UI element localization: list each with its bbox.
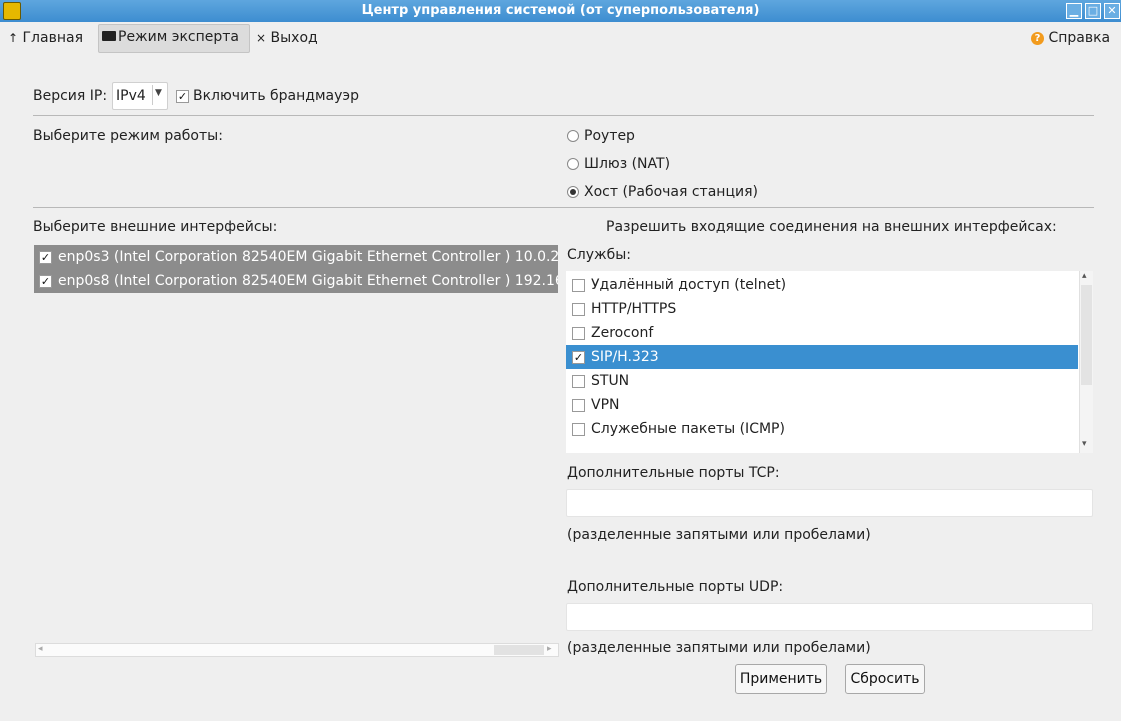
service-label: Zeroconf [591,325,654,341]
interfaces-list[interactable]: ✓ enp0s3 (Intel Corporation 82540EM Giga… [34,245,558,293]
service-label: STUN [591,373,630,389]
service-checkbox[interactable] [572,375,585,388]
maximize-button[interactable]: □ [1085,3,1101,19]
services-label: Службы: [567,247,632,263]
select-divider [152,85,153,105]
home-button[interactable]: ↑ Главная [8,25,83,51]
service-checkbox[interactable] [572,327,585,340]
list-item[interactable]: HTTP/HTTPS [566,297,1078,321]
home-label: Главная [22,30,83,46]
divider [33,207,1094,208]
tcp-ports-input[interactable] [566,489,1093,517]
list-item[interactable]: STUN [566,369,1078,393]
list-item-selected[interactable]: ✓ SIP/H.323 [566,345,1078,369]
interface-checkbox[interactable]: ✓ [39,275,52,288]
interfaces-hscrollbar[interactable]: ◂ ▸ [35,643,559,657]
tcp-label: Дополнительные порты TCP: [567,465,780,481]
scrollbar-thumb[interactable] [494,645,544,655]
close-icon: × [256,31,267,45]
list-item[interactable]: Zeroconf [566,321,1078,345]
services-vscrollbar[interactable]: ▴ ▾ [1079,271,1093,453]
service-label: Удалённый доступ (telnet) [591,277,787,293]
udp-hint: (разделенные запятыми или пробелами) [567,640,871,656]
scrollbar-thumb[interactable] [1081,285,1092,385]
arrow-up-icon: ▴ [1082,271,1087,281]
list-item[interactable]: VPN [566,393,1078,417]
arrow-up-icon: ↑ [8,31,19,45]
monitor-icon [102,31,116,41]
help-label: Справка [1048,30,1111,46]
radio-host[interactable] [567,186,579,198]
help-button[interactable]: ? Справка [1031,25,1110,51]
expert-mode-label: Режим эксперта [118,29,240,45]
radio-router[interactable] [567,130,579,142]
list-item[interactable]: ✓ enp0s3 (Intel Corporation 82540EM Giga… [34,245,558,269]
service-checkbox[interactable] [572,279,585,292]
firewall-label: Включить брандмауэр [193,88,359,104]
ip-version-value: IPv4 [116,88,146,104]
interface-label: enp0s8 (Intel Corporation 82540EM Gigabi… [58,273,558,289]
incoming-label: Разрешить входящие соединения на внешних… [606,219,1057,235]
service-checkbox[interactable] [572,399,585,412]
service-label: VPN [591,397,620,413]
radio-router-label: Роутер [584,128,635,144]
chevron-down-icon: ▼ [155,88,162,98]
arrow-right-icon: ▸ [547,644,552,654]
services-list[interactable]: Удалённый доступ (telnet) HTTP/HTTPS Zer… [566,271,1093,453]
udp-label: Дополнительные порты UDP: [567,579,784,595]
interface-checkbox[interactable]: ✓ [39,251,52,264]
ip-version-select[interactable]: IPv4 ▼ [112,82,168,110]
minimize-button[interactable]: ▁ [1066,3,1082,19]
radio-host-label: Хост (Рабочая станция) [584,184,758,200]
list-item[interactable]: ✓ enp0s8 (Intel Corporation 82540EM Giga… [34,269,558,293]
apply-button[interactable]: Применить [735,664,827,694]
title-bar[interactable]: Центр управления системой (от суперпольз… [0,0,1121,22]
radio-gateway[interactable] [567,158,579,170]
list-item[interactable]: Служебные пакеты (ICMP) [566,417,1078,441]
service-checkbox[interactable]: ✓ [572,351,585,364]
exit-label: Выход [270,30,318,46]
window-title: Центр управления системой (от суперпольз… [361,3,760,18]
service-label: SIP/H.323 [591,349,659,365]
arrow-left-icon: ◂ [38,644,43,654]
ip-version-label: Версия IP: [33,88,108,104]
expert-mode-button[interactable]: Режим эксперта [98,24,250,53]
firewall-checkbox[interactable]: ✓ [176,90,189,103]
service-label: HTTP/HTTPS [591,301,677,317]
close-window-button[interactable]: ✕ [1104,3,1120,19]
tcp-hint: (разделенные запятыми или пробелами) [567,527,871,543]
arrow-down-icon: ▾ [1082,439,1087,449]
divider [33,115,1094,116]
mode-label: Выберите режим работы: [33,128,223,144]
help-icon: ? [1031,32,1044,45]
service-checkbox[interactable] [572,303,585,316]
udp-ports-input[interactable] [566,603,1093,631]
list-item[interactable]: Удалённый доступ (telnet) [566,273,1078,297]
reset-button[interactable]: Сбросить [845,664,925,694]
exit-button[interactable]: × Выход [256,25,318,51]
service-label: Служебные пакеты (ICMP) [591,421,785,437]
interface-label: enp0s3 (Intel Corporation 82540EM Gigabi… [58,249,558,265]
service-checkbox[interactable] [572,423,585,436]
radio-gateway-label: Шлюз (NAT) [584,156,671,172]
interfaces-label: Выберите внешние интерфейсы: [33,219,278,235]
